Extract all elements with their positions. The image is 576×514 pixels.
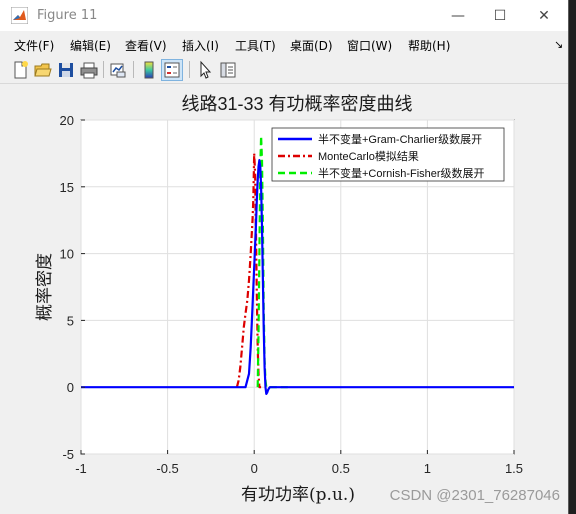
y-tick-label: 10 bbox=[60, 247, 74, 262]
legend-label-2: 半不变量+Cornish-Fisher级数展开 bbox=[318, 166, 485, 180]
x-tick-label: 0.5 bbox=[332, 461, 350, 476]
y-tick-label: 15 bbox=[60, 180, 74, 195]
x-tick-label: -1 bbox=[75, 461, 87, 476]
legend[interactable]: 半不变量+Gram-Charlier级数展开 MonteCarlo模拟结果半不变量… bbox=[271, 127, 505, 182]
y-tick-label: 0 bbox=[67, 380, 74, 395]
y-axis-label: 概率密度 bbox=[35, 253, 55, 321]
x-tick-label: -0.5 bbox=[156, 461, 178, 476]
x-axis-label: 有功功率(p.u.) bbox=[241, 485, 355, 505]
y-tick-label: 5 bbox=[67, 313, 74, 328]
watermark: CSDN @2301_76287046 bbox=[390, 487, 560, 504]
chart-title: 线路31-33 有功概率密度曲线 bbox=[181, 94, 412, 114]
x-tick-label: 1.5 bbox=[505, 461, 523, 476]
x-tick-label: 0 bbox=[251, 461, 258, 476]
legend-label-0: 半不变量+Gram-Charlier级数展开 bbox=[318, 132, 482, 146]
legend-label-1: MonteCarlo模拟结果 bbox=[318, 149, 419, 163]
figure-window: Figure 11 — ☐ ✕ 文件(F) 编辑(E) 查看(V) 插入(I) … bbox=[0, 0, 569, 514]
figure-canvas[interactable]: -1 -0.5 0 0.5 1 1.5 -5 0 5 10 15 20 线路31-33 有功概率密度曲… bbox=[0, 0, 568, 514]
x-tick-label: 1 bbox=[424, 461, 431, 476]
y-tick-label: -5 bbox=[62, 447, 74, 462]
y-tick-label: 20 bbox=[60, 113, 74, 128]
